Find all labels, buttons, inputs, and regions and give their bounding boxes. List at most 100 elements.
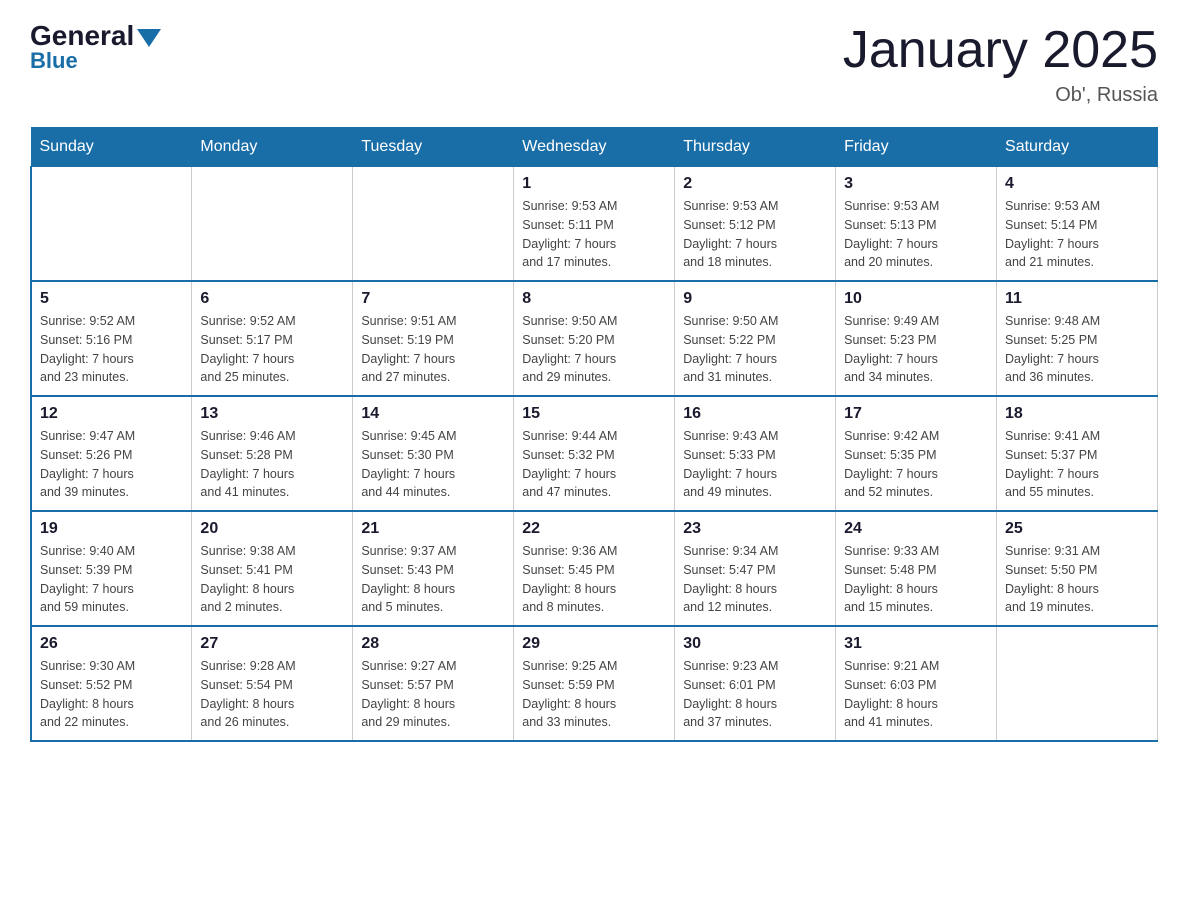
day-info: Sunrise: 9:50 AMSunset: 5:20 PMDaylight:…	[522, 312, 666, 387]
header-day-friday: Friday	[836, 128, 997, 167]
header-day-thursday: Thursday	[675, 128, 836, 167]
calendar-cell: 14 Sunrise: 9:45 AMSunset: 5:30 PMDayligh…	[353, 396, 514, 511]
day-number: 23	[683, 520, 827, 538]
day-number: 31	[844, 635, 988, 653]
header: General Blue January 2025 Ob', Russia	[30, 20, 1158, 107]
title-area: January 2025 Ob', Russia	[843, 20, 1158, 107]
day-info: Sunrise: 9:23 AMSunset: 6:01 PMDaylight:…	[683, 657, 827, 732]
day-info: Sunrise: 9:34 AMSunset: 5:47 PMDaylight:…	[683, 542, 827, 617]
calendar-week-3: 19Sunrise: 9:40 AMSunset: 5:39 PMDayligh…	[31, 511, 1158, 626]
day-info: Sunrise: 9:53 AMSunset: 5:12 PMDaylight:…	[683, 197, 827, 272]
month-title: January 2025	[843, 20, 1158, 80]
calendar-week-1: 5Sunrise: 9:52 AMSunset: 5:16 PMDaylight…	[31, 281, 1158, 396]
day-number: 15	[522, 405, 666, 423]
day-number: 28	[361, 635, 505, 653]
calendar-cell: 3 Sunrise: 9:53 AMSunset: 5:13 PMDaylight…	[836, 167, 997, 282]
day-number: 20	[200, 520, 344, 538]
calendar-cell: 30 Sunrise: 9:23 AMSunset: 6:01 PMDayligh…	[675, 626, 836, 741]
day-info: Sunrise: 9:40 AMSunset: 5:39 PMDaylight:…	[40, 542, 183, 617]
day-number: 10	[844, 290, 988, 308]
day-number: 25	[1005, 520, 1149, 538]
calendar-week-0: 1Sunrise: 9:53 AMSunset: 5:11 PMDaylight…	[31, 167, 1158, 282]
day-number: 17	[844, 405, 988, 423]
day-number: 30	[683, 635, 827, 653]
day-number: 24	[844, 520, 988, 538]
calendar-cell: 13Sunrise: 9:46 AMSunset: 5:28 PMDayligh…	[192, 396, 353, 511]
calendar-cell: 5Sunrise: 9:52 AMSunset: 5:16 PMDaylight…	[31, 281, 192, 396]
calendar-cell: 10 Sunrise: 9:49 AMSunset: 5:23 PMDayligh…	[836, 281, 997, 396]
day-info: Sunrise: 9:44 AMSunset: 5:32 PMDaylight:…	[522, 427, 666, 502]
day-info: Sunrise: 9:49 AMSunset: 5:23 PMDaylight:…	[844, 312, 988, 387]
calendar-week-4: 26Sunrise: 9:30 AMSunset: 5:52 PMDayligh…	[31, 626, 1158, 741]
day-info: Sunrise: 9:43 AMSunset: 5:33 PMDaylight:…	[683, 427, 827, 502]
day-info: Sunrise: 9:25 AMSunset: 5:59 PMDaylight:…	[522, 657, 666, 732]
calendar-cell: 4 Sunrise: 9:53 AMSunset: 5:14 PMDaylight…	[997, 167, 1158, 282]
calendar-cell: 16 Sunrise: 9:43 AMSunset: 5:33 PMDayligh…	[675, 396, 836, 511]
day-number: 29	[522, 635, 666, 653]
calendar-cell: 31 Sunrise: 9:21 AMSunset: 6:03 PMDayligh…	[836, 626, 997, 741]
day-number: 22	[522, 520, 666, 538]
day-number: 4	[1005, 175, 1149, 193]
calendar-cell: 6 Sunrise: 9:52 AMSunset: 5:17 PMDaylight…	[192, 281, 353, 396]
day-info: Sunrise: 9:51 AMSunset: 5:19 PMDaylight:…	[361, 312, 505, 387]
logo-arrow-icon	[137, 29, 161, 47]
logo-blue-text: Blue	[30, 48, 78, 74]
calendar-cell: 23 Sunrise: 9:34 AMSunset: 5:47 PMDayligh…	[675, 511, 836, 626]
day-info: Sunrise: 9:27 AMSunset: 5:57 PMDaylight:…	[361, 657, 505, 732]
day-info: Sunrise: 9:53 AMSunset: 5:11 PMDaylight:…	[522, 197, 666, 272]
day-info: Sunrise: 9:28 AMSunset: 5:54 PMDaylight:…	[200, 657, 344, 732]
calendar-week-2: 12 Sunrise: 9:47 AMSunset: 5:26 PMDayligh…	[31, 396, 1158, 511]
calendar-cell: 9 Sunrise: 9:50 AMSunset: 5:22 PMDaylight…	[675, 281, 836, 396]
calendar-cell: 21 Sunrise: 9:37 AMSunset: 5:43 PMDayligh…	[353, 511, 514, 626]
day-number: 21	[361, 520, 505, 538]
day-number: 3	[844, 175, 988, 193]
day-info: Sunrise: 9:42 AMSunset: 5:35 PMDaylight:…	[844, 427, 988, 502]
day-info: Sunrise: 9:47 AMSunset: 5:26 PMDaylight:…	[40, 427, 183, 502]
calendar-cell: 19Sunrise: 9:40 AMSunset: 5:39 PMDayligh…	[31, 511, 192, 626]
calendar-header-row: SundayMondayTuesdayWednesdayThursdayFrid…	[31, 128, 1158, 167]
day-number: 8	[522, 290, 666, 308]
calendar-cell	[192, 167, 353, 282]
day-info: Sunrise: 9:52 AMSunset: 5:17 PMDaylight:…	[200, 312, 344, 387]
day-number: 6	[200, 290, 344, 308]
calendar-cell: 26Sunrise: 9:30 AMSunset: 5:52 PMDayligh…	[31, 626, 192, 741]
calendar-cell: 22 Sunrise: 9:36 AMSunset: 5:45 PMDayligh…	[514, 511, 675, 626]
day-number: 9	[683, 290, 827, 308]
calendar-cell: 27Sunrise: 9:28 AMSunset: 5:54 PMDayligh…	[192, 626, 353, 741]
calendar: SundayMondayTuesdayWednesdayThursdayFrid…	[30, 127, 1158, 742]
day-number: 2	[683, 175, 827, 193]
location: Ob', Russia	[843, 84, 1158, 107]
calendar-cell: 29 Sunrise: 9:25 AMSunset: 5:59 PMDayligh…	[514, 626, 675, 741]
day-info: Sunrise: 9:52 AMSunset: 5:16 PMDaylight:…	[40, 312, 183, 387]
calendar-cell: 12 Sunrise: 9:47 AMSunset: 5:26 PMDayligh…	[31, 396, 192, 511]
day-info: Sunrise: 9:37 AMSunset: 5:43 PMDaylight:…	[361, 542, 505, 617]
calendar-cell: 2 Sunrise: 9:53 AMSunset: 5:12 PMDaylight…	[675, 167, 836, 282]
day-info: Sunrise: 9:46 AMSunset: 5:28 PMDaylight:…	[200, 427, 344, 502]
calendar-cell	[31, 167, 192, 282]
day-info: Sunrise: 9:45 AMSunset: 5:30 PMDaylight:…	[361, 427, 505, 502]
calendar-cell: 7Sunrise: 9:51 AMSunset: 5:19 PMDaylight…	[353, 281, 514, 396]
calendar-cell: 8 Sunrise: 9:50 AMSunset: 5:20 PMDaylight…	[514, 281, 675, 396]
calendar-cell	[353, 167, 514, 282]
header-day-tuesday: Tuesday	[353, 128, 514, 167]
logo: General Blue	[30, 20, 161, 74]
day-number: 11	[1005, 290, 1149, 308]
day-info: Sunrise: 9:50 AMSunset: 5:22 PMDaylight:…	[683, 312, 827, 387]
day-info: Sunrise: 9:36 AMSunset: 5:45 PMDaylight:…	[522, 542, 666, 617]
day-info: Sunrise: 9:21 AMSunset: 6:03 PMDaylight:…	[844, 657, 988, 732]
calendar-cell	[997, 626, 1158, 741]
day-number: 12	[40, 405, 183, 423]
day-info: Sunrise: 9:48 AMSunset: 5:25 PMDaylight:…	[1005, 312, 1149, 387]
calendar-cell: 11 Sunrise: 9:48 AMSunset: 5:25 PMDayligh…	[997, 281, 1158, 396]
header-day-wednesday: Wednesday	[514, 128, 675, 167]
calendar-cell: 17 Sunrise: 9:42 AMSunset: 5:35 PMDayligh…	[836, 396, 997, 511]
calendar-cell: 24 Sunrise: 9:33 AMSunset: 5:48 PMDayligh…	[836, 511, 997, 626]
day-info: Sunrise: 9:33 AMSunset: 5:48 PMDaylight:…	[844, 542, 988, 617]
calendar-cell: 1Sunrise: 9:53 AMSunset: 5:11 PMDaylight…	[514, 167, 675, 282]
calendar-cell: 28 Sunrise: 9:27 AMSunset: 5:57 PMDayligh…	[353, 626, 514, 741]
day-number: 14	[361, 405, 505, 423]
header-day-sunday: Sunday	[31, 128, 192, 167]
day-info: Sunrise: 9:53 AMSunset: 5:13 PMDaylight:…	[844, 197, 988, 272]
day-number: 16	[683, 405, 827, 423]
day-info: Sunrise: 9:53 AMSunset: 5:14 PMDaylight:…	[1005, 197, 1149, 272]
